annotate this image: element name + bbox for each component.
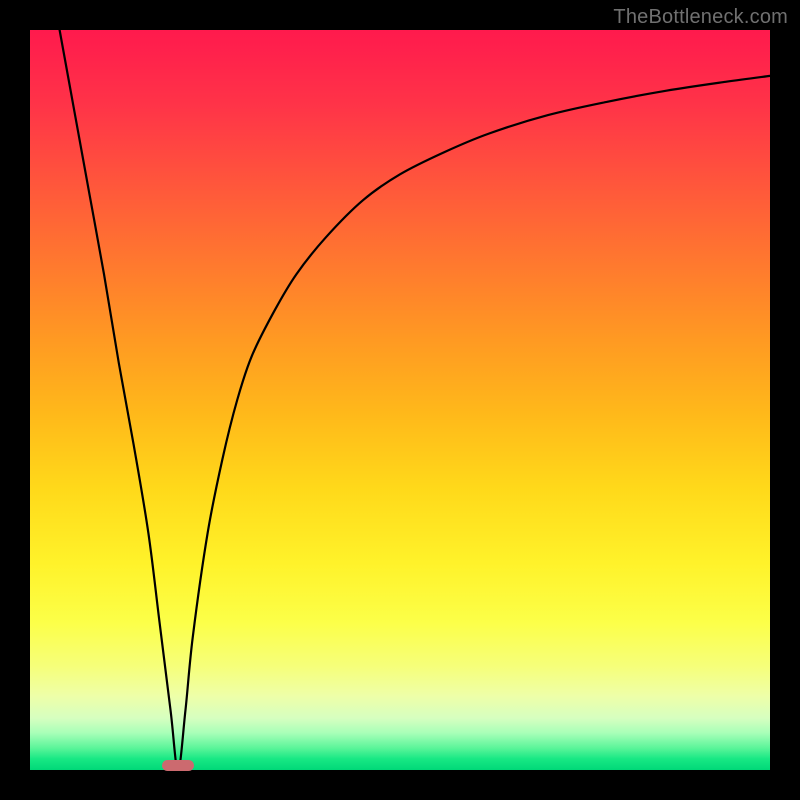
watermark-text: TheBottleneck.com xyxy=(613,6,788,29)
chart-frame: TheBottleneck.com xyxy=(0,0,800,800)
bottleneck-curve xyxy=(30,30,770,770)
plot-area xyxy=(30,30,770,770)
optimum-marker xyxy=(162,760,193,771)
